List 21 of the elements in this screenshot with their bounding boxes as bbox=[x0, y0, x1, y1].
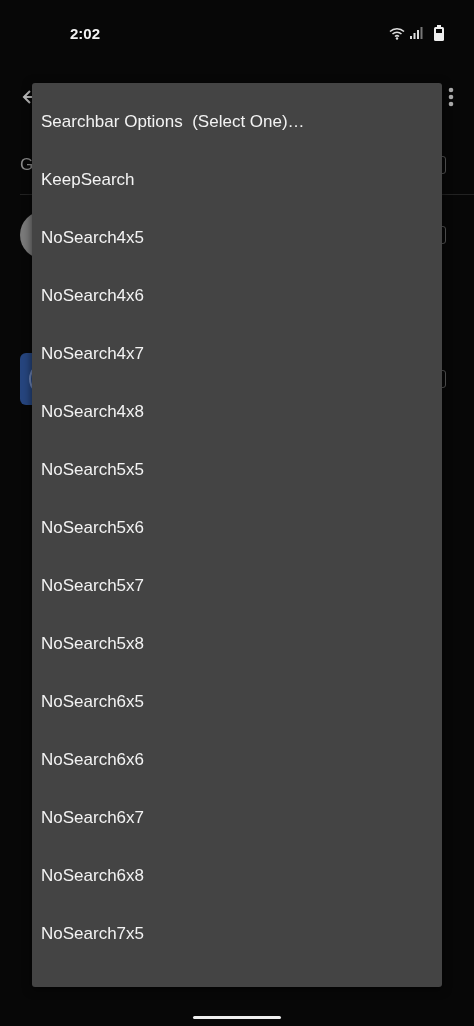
menu-item[interactable]: NoSearch5x6 bbox=[32, 499, 442, 557]
more-options-icon[interactable] bbox=[448, 87, 454, 107]
menu-item[interactable]: NoSearch4x5 bbox=[32, 209, 442, 267]
menu-item[interactable]: NoSearch5x7 bbox=[32, 557, 442, 615]
menu-item[interactable]: NoSearch6x6 bbox=[32, 731, 442, 789]
menu-item[interactable]: KeepSearch bbox=[32, 151, 442, 209]
wifi-icon bbox=[389, 26, 405, 40]
menu-item[interactable]: NoSearch6x7 bbox=[32, 789, 442, 847]
menu-item[interactable]: NoSearch6x8 bbox=[32, 847, 442, 905]
section-header: G bbox=[20, 155, 34, 175]
menu-item[interactable]: NoSearch5x8 bbox=[32, 615, 442, 673]
status-time: 2:02 bbox=[70, 24, 101, 42]
menu-item[interactable]: NoSearch4x6 bbox=[32, 267, 442, 325]
menu-item[interactable]: NoSearch4x7 bbox=[32, 325, 442, 383]
menu-item[interactable]: NoSearch4x8 bbox=[32, 383, 442, 441]
signal-icon bbox=[410, 27, 423, 39]
menu-item[interactable]: NoSearch7x5 bbox=[32, 905, 442, 963]
menu-title: Searchbar Options (Select One)… bbox=[40, 111, 306, 133]
menu-item[interactable]: NoSearch5x5 bbox=[32, 441, 442, 499]
menu-item[interactable]: NoSearch6x5 bbox=[32, 673, 442, 731]
battery-icon bbox=[434, 25, 444, 41]
